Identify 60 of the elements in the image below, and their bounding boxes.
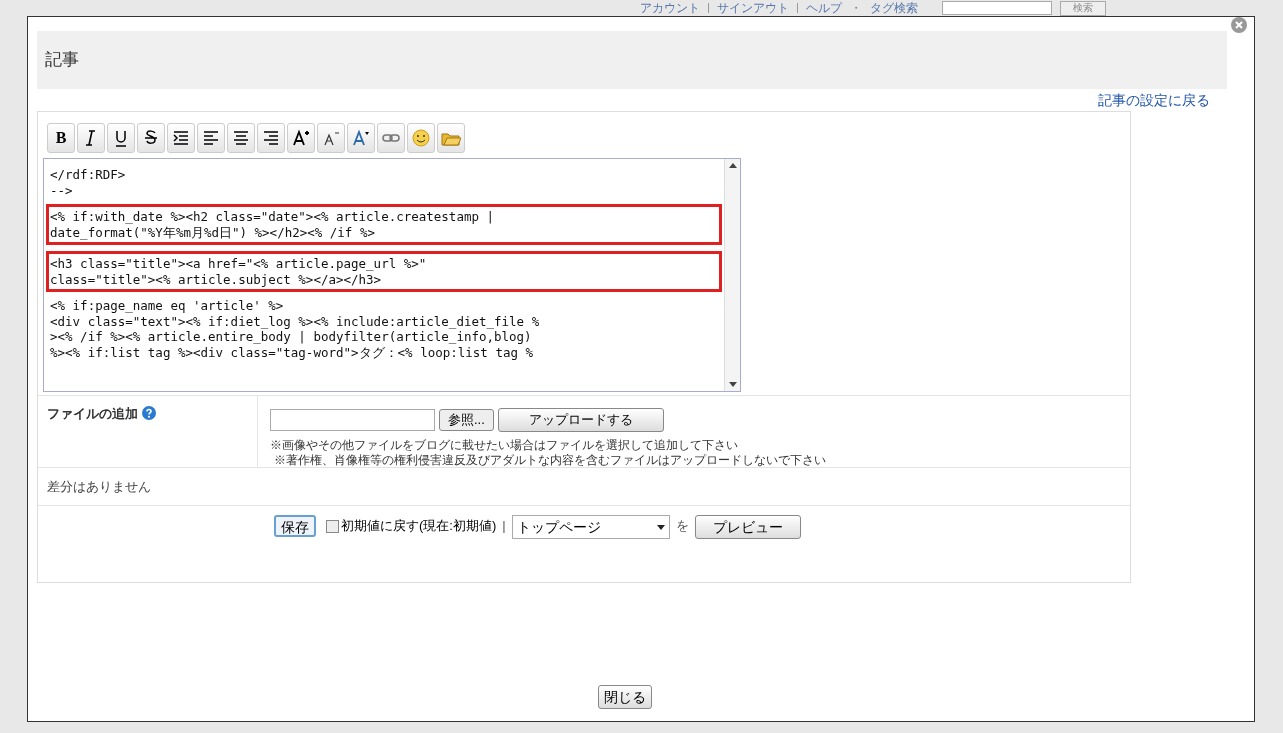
align-right-icon (261, 128, 281, 148)
upload-button[interactable]: アップロードする (497, 408, 664, 432)
close-icon[interactable] (1230, 16, 1248, 34)
field-label: ファイルの追加 (47, 405, 138, 423)
align-center-button[interactable] (227, 123, 255, 153)
indent-icon (171, 128, 191, 148)
emoji-icon (411, 128, 431, 148)
font-bigger-button[interactable] (287, 123, 315, 153)
code-line: <% if:with_date %><h2 class="date"><% article.createstamp | (50, 209, 495, 225)
align-right-button[interactable] (257, 123, 285, 153)
diff-message: 差分はありません (47, 477, 151, 496)
file-path-field[interactable] (270, 409, 435, 431)
caret-icon (656, 524, 665, 530)
code-line: date_format("%Y年%m月%d日") %></h2><% /if %> (50, 224, 376, 240)
code-line: <% if:page_name eq 'article' %> (50, 298, 285, 314)
header-link[interactable]: ヘルプ (806, 0, 842, 17)
particle-text: を (675, 517, 689, 536)
reset-checkbox[interactable]: 初期値に戻す(現在:初期値) (326, 515, 497, 537)
strike-button[interactable] (137, 123, 165, 153)
dot-separator: ・ (850, 0, 862, 17)
align-left-icon (201, 128, 221, 148)
code-textarea[interactable] (43, 158, 741, 392)
scrollbar[interactable] (724, 159, 740, 391)
code-line: <div class="text"><% if:diet_log %><% include:article_diet_file % (50, 313, 541, 329)
code-line: <h3 class="title"><a href="<% article.page_url %>" (50, 256, 428, 272)
align-left-button[interactable] (197, 123, 225, 153)
header-link[interactable]: アカウント (640, 0, 700, 17)
code-line: --> (50, 182, 74, 198)
scroll-down-icon[interactable] (728, 382, 737, 387)
emoji-button[interactable] (407, 123, 435, 153)
font-color-button[interactable] (347, 123, 375, 153)
code-line: %><% if:list tag %><div class="tag-word">タグ：<% loop:list tag % (50, 344, 534, 360)
note-text: ※画像やその他ファイルをブログに載せたい場合はファイルを選択して追加して下さい (270, 438, 739, 453)
code-line: class="title"><% article.subject %></a></h3> (50, 271, 383, 287)
search-field[interactable] (942, 1, 1052, 15)
indent-button[interactable] (167, 123, 195, 153)
dialog-title: 記事 (45, 49, 79, 72)
align-center-icon (231, 128, 251, 148)
link-button[interactable] (377, 123, 405, 153)
font-color-icon (351, 128, 371, 148)
page-select[interactable]: トップページ (511, 515, 670, 539)
font-smaller-button[interactable] (317, 123, 345, 153)
scroll-up-icon[interactable] (728, 163, 737, 168)
save-button[interactable]: 保存 (274, 515, 316, 537)
separator-text: | (502, 517, 506, 536)
font-bigger-icon (291, 128, 311, 148)
help-icon[interactable] (142, 406, 156, 420)
browse-button[interactable]: 参照... (439, 409, 494, 431)
note-text: ※著作権、肖像権等の権利侵害違反及びアダルトな内容を含むファイルはアップロードしないで下さい (273, 453, 826, 468)
underline-button[interactable] (107, 123, 135, 153)
header-link[interactable]: サインアウト (717, 0, 789, 17)
preview-button[interactable]: プレビュー (694, 515, 801, 539)
code-line: ><% /if %><% article.entire_body | bodyfilter(article_info,blog) (50, 329, 533, 345)
folder-button[interactable] (437, 123, 465, 153)
code-line: </rdf:RDF> (50, 167, 127, 183)
back-link[interactable]: 記事の設定に戻る (1098, 89, 1210, 111)
italic-button[interactable] (77, 123, 105, 153)
bold-button[interactable]: B (47, 123, 75, 153)
header-link[interactable]: タグ検索 (870, 0, 918, 17)
close-button[interactable]: 閉じる (598, 685, 652, 709)
